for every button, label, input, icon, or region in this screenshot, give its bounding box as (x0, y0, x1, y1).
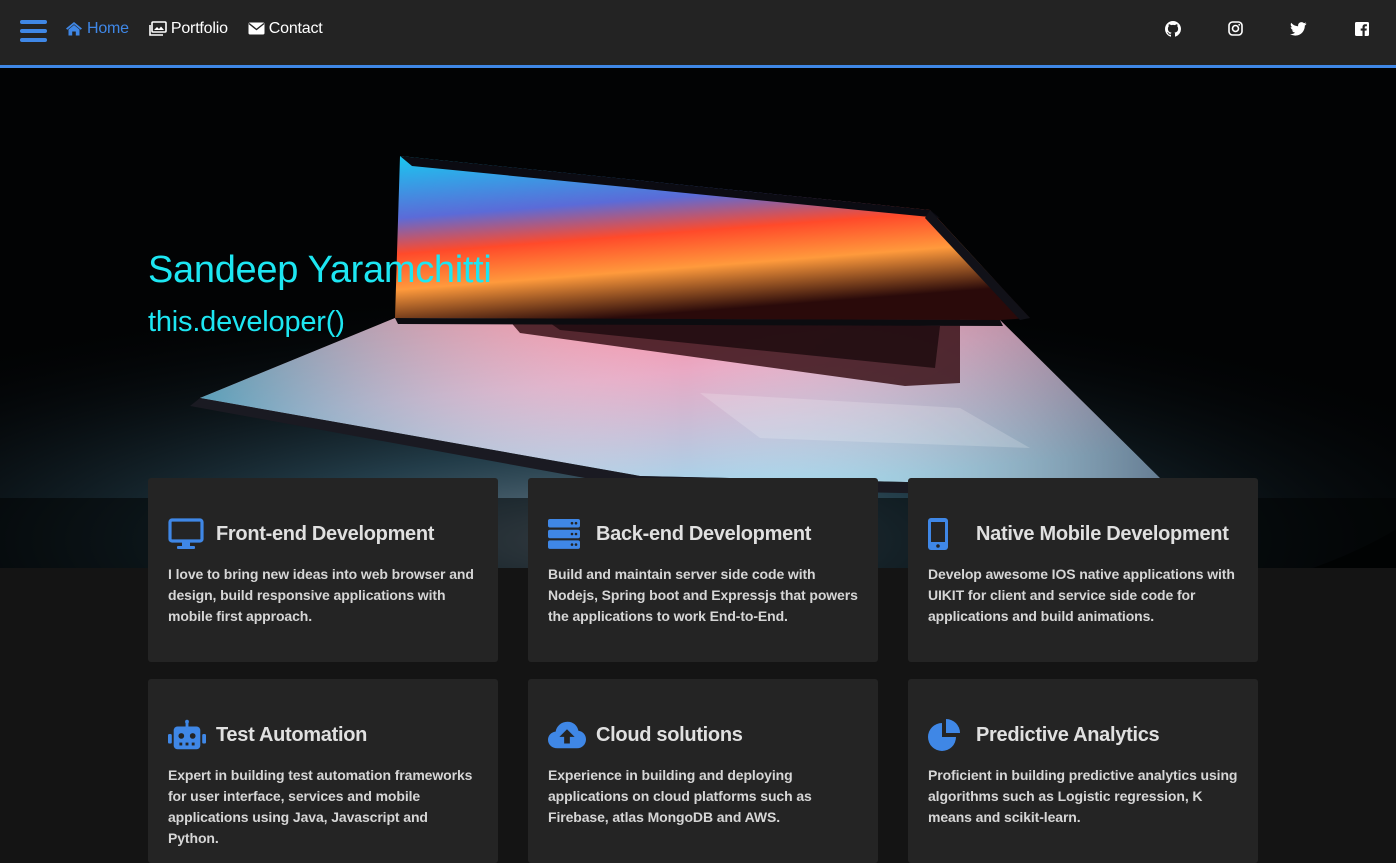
image-icon (149, 21, 167, 36)
hamburger-menu-icon[interactable] (20, 19, 47, 42)
card-header: Cloud solutions (548, 719, 858, 751)
service-card: Back-end Development Build and maintain … (528, 478, 878, 662)
card-title: Cloud solutions (596, 723, 743, 746)
instagram-icon (1228, 21, 1243, 36)
card-title: Back-end Development (596, 522, 812, 545)
server-icon (548, 519, 580, 549)
mobile-icon (928, 518, 948, 550)
social-links (1118, 0, 1370, 57)
hero-name: Sandeep Yaramchitti (148, 249, 492, 291)
github-icon (1164, 20, 1181, 37)
card-header: Native Mobile Development (928, 518, 1238, 550)
nav-link-home[interactable]: Home (65, 20, 129, 38)
nav-link-label: Portfolio (170, 19, 228, 37)
twitter-icon (1290, 21, 1307, 36)
card-text: Build and maintain server side code with… (548, 566, 858, 624)
envelope-icon (248, 22, 265, 35)
top-navbar: Home Portfolio Contact (0, 0, 1396, 68)
card-text: I love to bring new ideas into web brows… (168, 566, 474, 624)
card-header: Test Automation (168, 719, 478, 751)
nav-link-label: Contact (268, 19, 323, 37)
card-header: Back-end Development (548, 518, 858, 550)
card-title: Native Mobile Development (976, 522, 1229, 545)
card-title: Test Automation (216, 723, 368, 746)
home-icon (66, 22, 82, 36)
facebook-link[interactable] (1353, 20, 1370, 37)
monitor-icon (168, 518, 204, 549)
instagram-link[interactable] (1227, 20, 1244, 37)
card-header: Front-end Development (168, 518, 478, 550)
card-title: Predictive Analytics (976, 723, 1160, 746)
service-card: Native Mobile Development Develop awesom… (908, 478, 1258, 662)
hero-tagline: this.developer() (148, 306, 345, 338)
service-card: Test Automation Expert in building test … (148, 679, 498, 863)
service-card: Cloud solutions Experience in building a… (528, 679, 878, 863)
card-text: Experience in building and deploying app… (548, 767, 812, 825)
twitter-link[interactable] (1290, 20, 1307, 37)
card-header: Predictive Analytics (928, 719, 1238, 751)
card-title: Front-end Development (216, 522, 435, 545)
nav-link-portfolio[interactable]: Portfolio (149, 20, 228, 38)
facebook-icon (1354, 21, 1369, 36)
nav-link-label: Home (87, 19, 129, 37)
robot-icon (168, 719, 206, 750)
cloud-upload-icon (548, 721, 586, 749)
nav-link-contact[interactable]: Contact (248, 20, 323, 38)
service-card: Front-end Development I love to bring ne… (148, 478, 498, 662)
pie-chart-icon (928, 719, 960, 751)
card-text: Expert in building test automation frame… (168, 767, 473, 846)
github-link[interactable] (1164, 20, 1181, 37)
nav-left: Home Portfolio Contact (20, 0, 323, 57)
card-text: Develop awesome IOS native applications … (928, 566, 1235, 624)
card-text: Proficient in building predictive analyt… (928, 767, 1238, 825)
service-card: Predictive Analytics Proficient in build… (908, 679, 1258, 863)
